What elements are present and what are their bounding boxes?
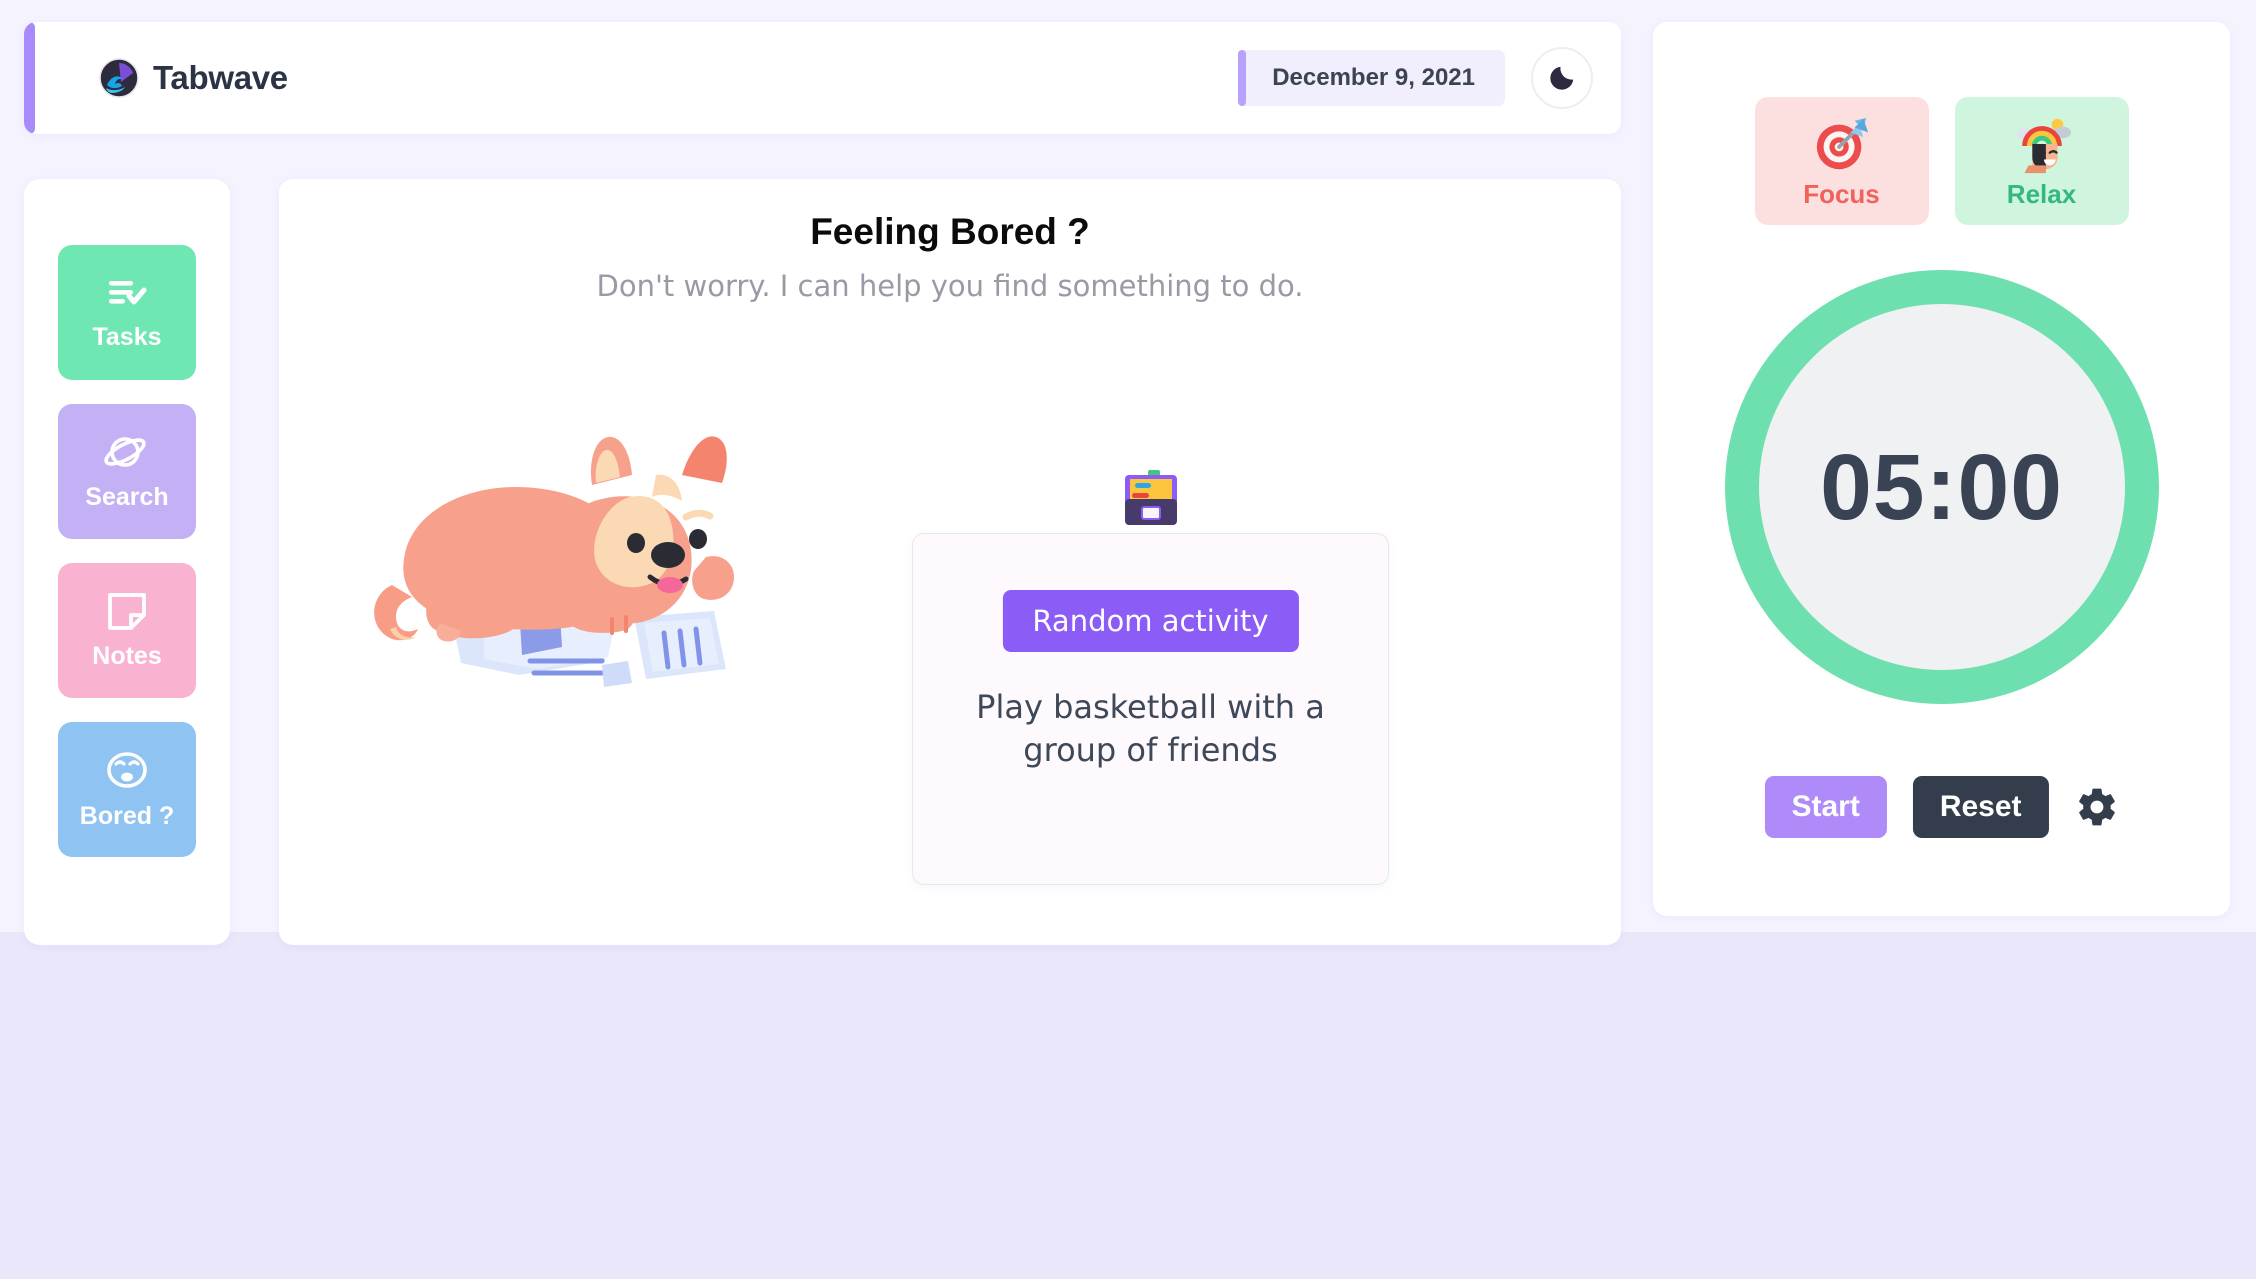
timer-display: 05:00 bbox=[1820, 434, 2063, 539]
tired-face-icon bbox=[107, 752, 147, 788]
activity-description: Play basketball with a group of friends bbox=[976, 688, 1325, 769]
card-index-box-icon bbox=[1124, 470, 1177, 525]
focus-mode-label: Focus bbox=[1803, 178, 1880, 209]
relax-mode-label: Relax bbox=[2006, 178, 2077, 209]
brand-name: Tabwave bbox=[153, 59, 288, 96]
timer-dial: 05:00 bbox=[1724, 270, 2159, 704]
sticky-note-icon bbox=[108, 593, 146, 630]
wave-logo-icon bbox=[99, 58, 139, 98]
brand[interactable]: Tabwave bbox=[99, 58, 288, 98]
sidebar-item-bored[interactable]: Bored ? bbox=[58, 722, 196, 857]
checklist-icon bbox=[109, 281, 147, 305]
start-button[interactable]: Start bbox=[1764, 776, 1887, 838]
page-background-lower bbox=[0, 932, 2256, 1279]
app-header: Tabwave December 9, 2021 bbox=[24, 22, 1621, 134]
sidebar-item-notes[interactable]: Notes bbox=[58, 563, 196, 698]
main-content-card: Feeling Bored ? Don't worry. I can help … bbox=[279, 179, 1621, 945]
header-right-group: December 9, 2021 bbox=[1238, 22, 1593, 134]
sidebar-item-search[interactable]: Search bbox=[58, 404, 196, 539]
app-root: Tabwave December 9, 2021 Tasks Search No… bbox=[0, 0, 2256, 1279]
sidebar-item-label: Notes bbox=[92, 642, 162, 670]
header-accent-bar bbox=[24, 22, 35, 134]
timer-controls: Start Reset bbox=[1764, 776, 2118, 838]
moon-icon bbox=[1550, 66, 1574, 90]
bored-dog-with-torn-papers-illustration bbox=[374, 436, 734, 687]
head-rainbow-icon bbox=[2016, 118, 2071, 173]
focus-mode-button[interactable]: Focus bbox=[1754, 97, 1929, 225]
theme-toggle-button[interactable] bbox=[1531, 47, 1593, 109]
sidebar-item-tasks[interactable]: Tasks bbox=[58, 245, 196, 380]
relax-mode-button[interactable]: Relax bbox=[1954, 97, 2129, 225]
page-title: Feeling Bored ? bbox=[810, 211, 1090, 252]
reset-button[interactable]: Reset bbox=[1912, 776, 2049, 838]
random-activity-button[interactable]: Random activity bbox=[1002, 590, 1299, 652]
planet-icon bbox=[104, 437, 146, 467]
sidebar-item-label: Bored ? bbox=[79, 802, 175, 830]
sidebar-item-label: Search bbox=[85, 483, 169, 511]
page-subtitle: Don't worry. I can help you find somethi… bbox=[596, 269, 1304, 303]
gear-icon[interactable] bbox=[2075, 785, 2119, 829]
timer-panel: Focus Relax 05:00 Start Reset bbox=[1653, 22, 2230, 916]
left-column: Tabwave December 9, 2021 Tasks Search No… bbox=[24, 22, 1621, 945]
sidebar: Tasks Search Notes Bored ? bbox=[24, 179, 230, 945]
current-date-badge: December 9, 2021 bbox=[1238, 50, 1505, 106]
mode-selector: Focus Relax bbox=[1754, 97, 2129, 225]
timer-face: 05:00 bbox=[1758, 304, 2125, 670]
dart-target-icon bbox=[1816, 117, 1868, 169]
sidebar-item-label: Tasks bbox=[92, 323, 162, 351]
activity-card-wrapper: Random activity Play basketball with a g… bbox=[912, 470, 1389, 885]
activity-card: Random activity Play basketball with a g… bbox=[912, 533, 1389, 885]
